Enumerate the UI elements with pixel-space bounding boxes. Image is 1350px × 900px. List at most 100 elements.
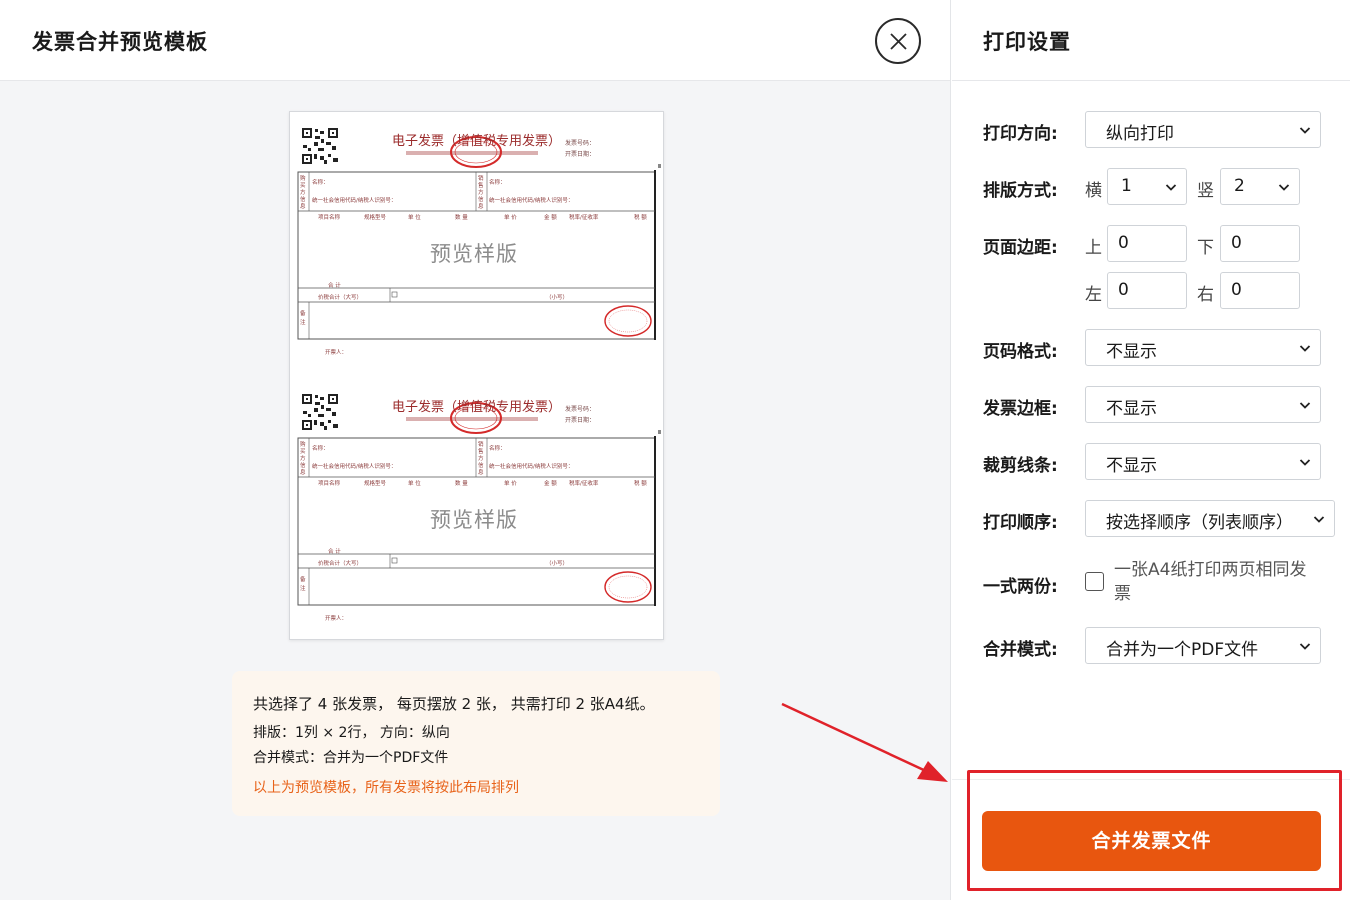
preview-header: 发票合并预览模板 [0,0,950,81]
column-header: 单 价 [504,213,517,221]
invoice-border-label: 发票边框: [983,394,1058,419]
invoice-preview: 电子发票（增值税专用发票） 发票号码： 开票日期： 购买方信息 销售方信息 名称… [290,378,664,640]
app-root: 发票合并预览模板 [0,0,1350,900]
buyer-tax-id-label: 统一社会信用代码/纳税人识别号： [312,196,396,204]
page-number-label: 页码格式: [983,337,1058,362]
buyer-tax-id-label: 统一社会信用代码/纳税人识别号： [312,462,396,470]
chevron-down-icon [1165,181,1177,193]
buyer-label: 购买方信息 [300,176,308,211]
column-header: 单 位 [408,213,421,221]
crop-lines-label: 裁剪线条: [983,451,1058,476]
print-order-label: 打印顺序: [983,508,1058,533]
invoice-number-label: 发票号码： [565,138,595,147]
orientation-label: 打印方向: [983,119,1058,144]
column-header: 税 额 [634,479,647,487]
amount-small-label: （小写） [546,293,568,301]
column-header: 金 额 [544,479,557,487]
column-header: 税率/征收率 [569,213,598,221]
settings-header: 打印设置 [952,0,1350,81]
seller-tax-id-label: 统一社会信用代码/纳税人识别号： [489,196,573,204]
layout-vertical-label: 竖 [1197,176,1214,201]
margin-right-label: 右 [1197,280,1214,305]
invoice-number-label: 发票号码： [565,404,595,413]
layout-columns-select[interactable]: 1 [1107,168,1187,205]
close-button[interactable] [875,18,921,64]
page-number-select[interactable]: 不显示 [1085,329,1321,366]
preview-title: 发票合并预览模板 [32,26,208,56]
duplicate-checkbox[interactable] [1085,572,1104,591]
summary-box: 共选择了 4 张发票， 每页摆放 2 张， 共需打印 2 张A4纸。 排版：1列… [232,671,720,816]
arrow-annotation-icon [776,698,952,784]
column-header: 数 量 [455,479,468,487]
invoice-border-value: 不显示 [1106,394,1157,419]
column-header: 税 额 [634,213,647,221]
remark-label: 备注 [300,576,308,594]
qr-code-icon [302,128,338,164]
margin-left-input[interactable]: 0 [1107,272,1187,309]
issuer-label: 开票人： [325,348,347,356]
column-header: 税率/征收率 [569,479,598,487]
invoice-date-label: 开票日期： [565,149,595,158]
seller-tax-id-label: 统一社会信用代码/纳税人识别号： [489,462,573,470]
settings-pane: 打印设置 打印方向: 纵向打印 排版方式: 横 1 竖 2 页面边距: 上 0 … [952,0,1350,900]
margin-left-label: 左 [1085,280,1102,305]
chevron-down-icon [1278,181,1290,193]
crop-lines-value: 不显示 [1106,451,1157,476]
seller-label: 销售方信息 [478,442,486,477]
layout-rows-select[interactable]: 2 [1220,168,1300,205]
layout-horizontal-label: 横 [1085,176,1102,201]
issuer-label: 开票人： [325,614,347,622]
amount-words-label: 价税合计（大写） [318,559,362,567]
column-header: 金 额 [544,213,557,221]
margin-right-input[interactable]: 0 [1220,272,1300,309]
layout-label: 排版方式: [983,176,1058,201]
buyer-name-label: 名称： [312,178,329,186]
column-header: 单 位 [408,479,421,487]
layout-rows-value: 2 [1234,176,1245,196]
column-header: 规格型号 [364,479,386,487]
seller-name-label: 名称： [489,178,506,186]
chevron-down-icon [1313,513,1325,525]
qr-code-icon [302,394,338,430]
close-icon [889,32,908,51]
margin-bottom-label: 下 [1197,233,1214,258]
column-header: 规格型号 [364,213,386,221]
invoice-border-select[interactable]: 不显示 [1085,386,1321,423]
chevron-down-icon [1299,640,1311,652]
crop-lines-select[interactable]: 不显示 [1085,443,1321,480]
seller-name-label: 名称： [489,444,506,452]
print-order-value: 按选择顺序（列表顺序） [1106,508,1293,533]
preview-watermark: 预览样版 [430,238,518,268]
amount-words-label: 价税合计（大写） [318,293,362,301]
merge-mode-select[interactable]: 合并为一个PDF文件 [1085,627,1321,664]
print-order-select[interactable]: 按选择顺序（列表顺序） [1085,500,1335,537]
invoice-title: 电子发票（增值税专用发票） [392,396,561,415]
chevron-down-icon [1299,124,1311,136]
preview-pane: 发票合并预览模板 [0,0,951,900]
margin-bottom-input[interactable]: 0 [1220,225,1300,262]
chevron-down-icon [1299,399,1311,411]
amount-small-label: （小写） [546,559,568,567]
column-header: 数 量 [455,213,468,221]
summary-note: 以上为预览模板，所有发票将按此布局排列 [253,777,519,797]
summary-layout: 排版：1列 × 2行， 方向：纵向 [253,722,450,742]
margin-top-label: 上 [1085,233,1102,258]
page-number-value: 不显示 [1106,337,1157,362]
a4-preview-page: 电子发票（增值税专用发票） 发票号码： 开票日期： 购买方信息 销售方信息 名称… [289,111,664,640]
margin-top-input[interactable]: 0 [1107,225,1187,262]
invoice-title: 电子发票（增值税专用发票） [392,130,561,149]
merge-mode-label: 合并模式: [983,635,1058,660]
duplicate-checkbox-text[interactable]: 一张A4纸打印两页相同发票 [1114,558,1320,606]
total-label: 合 计 [328,547,341,555]
invoice-preview: 电子发票（增值税专用发票） 发票号码： 开票日期： 购买方信息 销售方信息 名称… [290,112,664,377]
column-header: 项目名称 [318,479,340,487]
merge-invoices-button[interactable]: 合并发票文件 [982,811,1321,871]
chevron-down-icon [1299,342,1311,354]
settings-title: 打印设置 [983,26,1071,56]
invoice-date-label: 开票日期： [565,415,595,424]
column-header: 项目名称 [318,213,340,221]
orientation-value: 纵向打印 [1106,119,1174,144]
remark-label: 备注 [300,310,308,328]
seller-label: 销售方信息 [478,176,486,211]
orientation-select[interactable]: 纵向打印 [1085,111,1321,148]
